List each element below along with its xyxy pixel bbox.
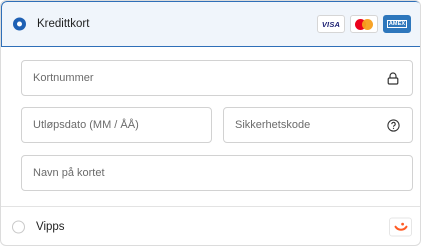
vipps-label: Vipps [36,221,65,233]
vipps-logo [389,217,412,237]
vipps-option[interactable]: Vipps [1,206,420,245]
name-on-card-field[interactable]: Navn på kortet [21,155,413,191]
credit-card-option[interactable]: Kredittkort VISA AMEX [1,1,420,47]
name-on-card-placeholder: Navn på kortet [33,167,105,179]
credit-card-label: Kredittkort [37,18,90,30]
security-code-field[interactable]: Sikkerhetskode [223,107,413,143]
credit-card-radio[interactable] [13,17,26,31]
security-code-placeholder: Sikkerhetskode [235,119,311,131]
lock-icon [386,71,400,85]
card-number-placeholder: Kortnummer [33,72,94,84]
amex-logo: AMEX [383,15,411,33]
card-number-field[interactable]: Kortnummer [21,60,413,96]
help-circle-icon[interactable] [386,118,400,132]
expiry-date-field[interactable]: Utløpsdato (MM / ÅÅ) [21,107,212,143]
visa-logo: VISA [317,15,345,33]
vipps-radio[interactable] [12,220,25,234]
card-brands: VISA AMEX [317,15,411,33]
expiry-date-placeholder: Utløpsdato (MM / ÅÅ) [33,119,139,131]
mastercard-logo [350,15,378,33]
payment-method-box: Kredittkort VISA AMEX Kortnummer Utløpsd… [0,0,421,246]
